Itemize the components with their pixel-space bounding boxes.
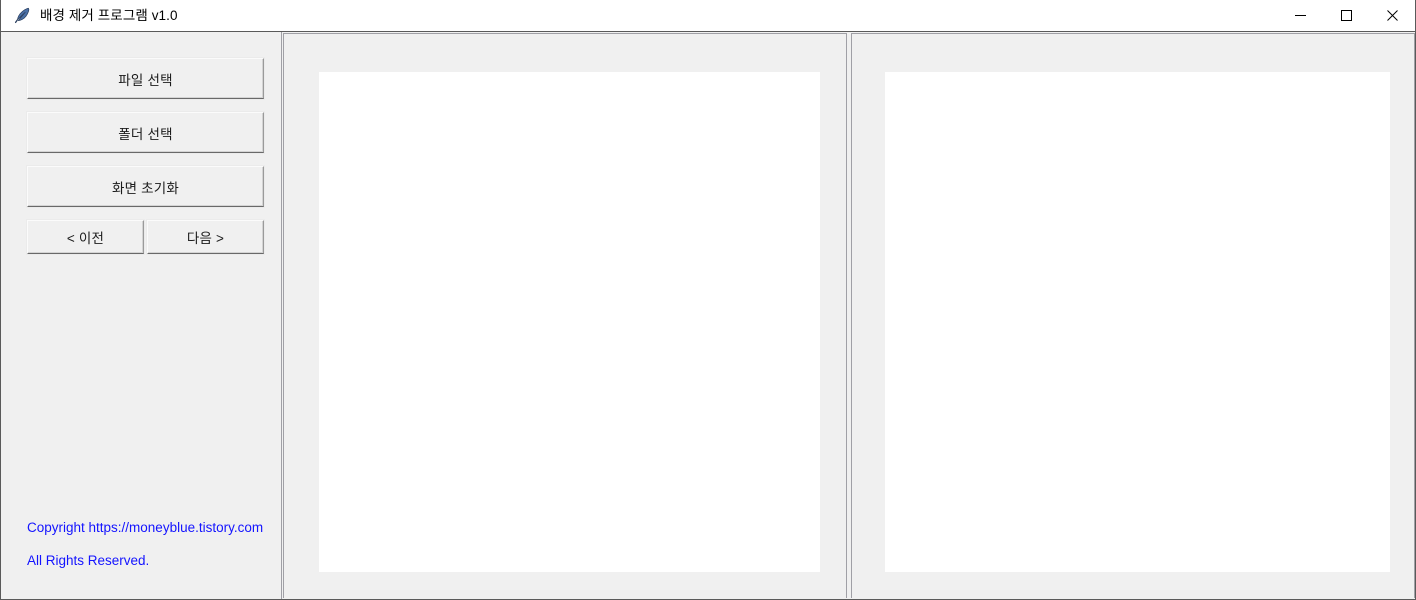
- processed-image-canvas[interactable]: [885, 72, 1390, 572]
- preview-panels: [282, 32, 1415, 599]
- navigation-button-row: < 이전 다음 >: [27, 220, 264, 254]
- reset-screen-button-label: 화면 초기화: [111, 180, 180, 196]
- rights-reserved-text: All Rights Reserved.: [27, 552, 150, 568]
- window-controls: [1277, 0, 1415, 31]
- original-image-canvas[interactable]: [319, 72, 820, 572]
- next-button[interactable]: 다음 >: [147, 220, 264, 254]
- previous-button-label: < 이전: [66, 231, 105, 246]
- select-folder-button[interactable]: 폴더 선택: [27, 112, 264, 153]
- original-image-panel[interactable]: [283, 33, 847, 598]
- sidebar-button-column: 파일 선택 폴더 선택 화면 초기화 < 이전 다음 >: [27, 58, 264, 254]
- select-file-button-label: 파일 선택: [118, 72, 173, 88]
- minimize-button[interactable]: [1277, 0, 1323, 31]
- sidebar: 파일 선택 폴더 선택 화면 초기화 < 이전 다음 > Copyright h…: [1, 32, 282, 599]
- window-title: 배경 제거 프로그램 v1.0: [40, 7, 178, 23]
- select-file-button[interactable]: 파일 선택: [27, 58, 264, 99]
- title-bar[interactable]: 배경 제거 프로그램 v1.0: [1, 0, 1415, 32]
- copyright-block: Copyright https://moneyblue.tistory.com …: [27, 521, 277, 567]
- next-button-label: 다음 >: [186, 231, 225, 246]
- application-window: 배경 제거 프로그램 v1.0 파일 선택 폴더 선택 화면 초기화 < 이전 …: [0, 0, 1416, 600]
- reset-screen-button[interactable]: 화면 초기화: [27, 166, 264, 207]
- close-button[interactable]: [1369, 0, 1415, 31]
- previous-button[interactable]: < 이전: [27, 220, 144, 254]
- window-body: 파일 선택 폴더 선택 화면 초기화 < 이전 다음 > Copyright h…: [1, 32, 1415, 599]
- maximize-button[interactable]: [1323, 0, 1369, 31]
- feather-quill-icon: [14, 7, 31, 24]
- processed-image-panel[interactable]: [851, 33, 1415, 598]
- copyright-link[interactable]: Copyright https://moneyblue.tistory.com: [27, 521, 277, 535]
- title-bar-left: 배경 제거 프로그램 v1.0: [1, 0, 178, 31]
- select-folder-button-label: 폴더 선택: [118, 126, 173, 142]
